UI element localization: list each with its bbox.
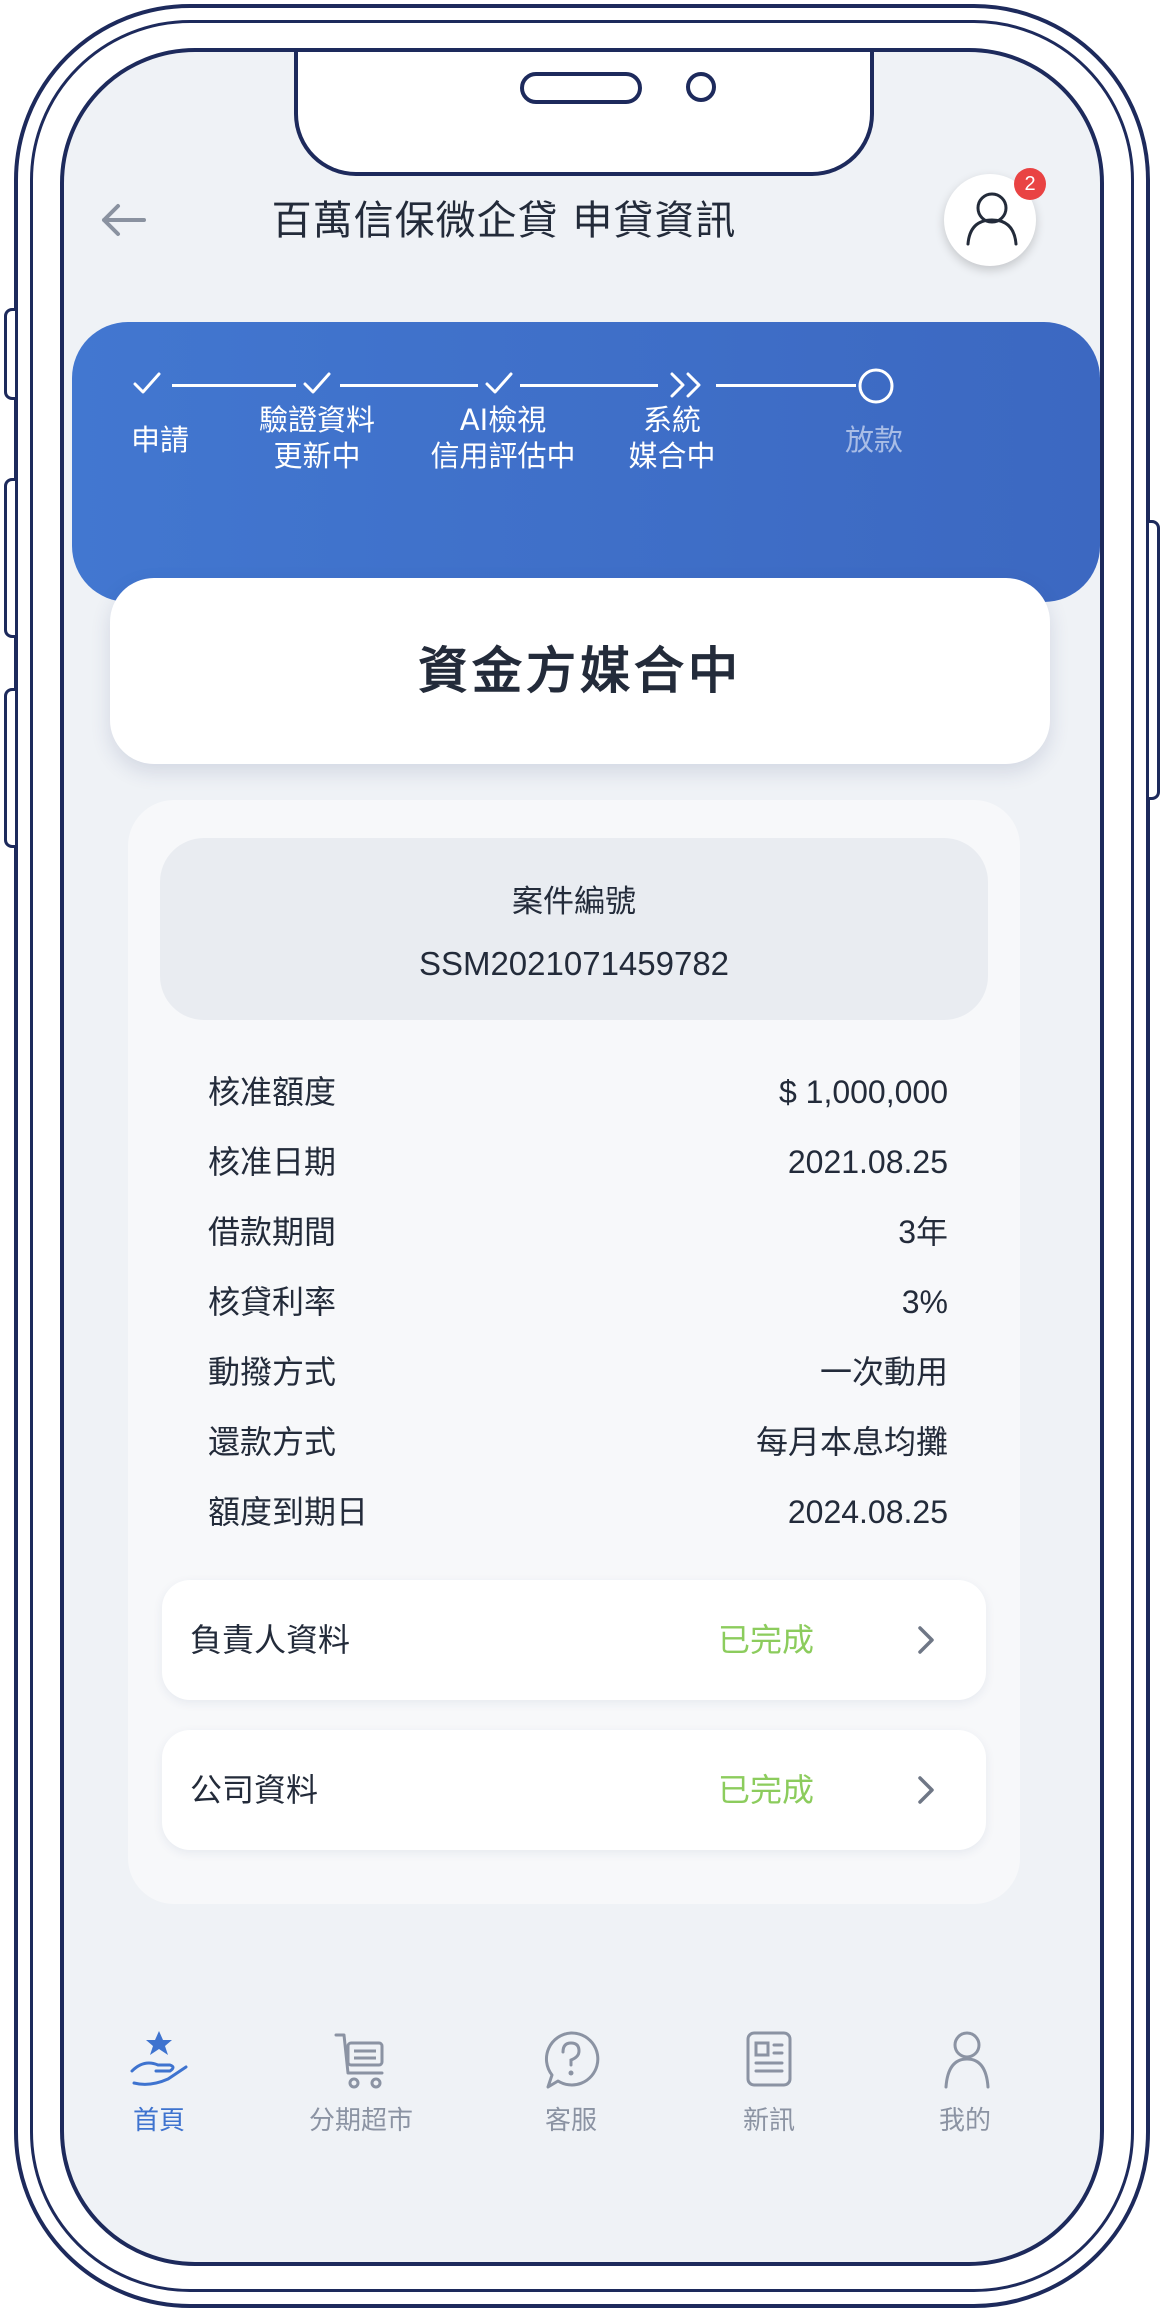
step-connector bbox=[520, 384, 658, 387]
circle-icon bbox=[858, 368, 894, 404]
tab-label: 分期超市 bbox=[308, 2106, 413, 2136]
link-status: 已完成 bbox=[718, 1621, 815, 1659]
link-status: 已完成 bbox=[718, 1771, 815, 1809]
step-label-verify: 驗證資料 更新中 bbox=[258, 403, 375, 473]
detail-value: 3% bbox=[901, 1284, 948, 1320]
case-number: SSM2021071459782 bbox=[418, 945, 730, 982]
tab-news[interactable]: 新訊 bbox=[684, 2027, 854, 2167]
loan-details-card: 案件編號 SSM2021071459782 核准額度 $ 1,000,000 核… bbox=[128, 800, 1020, 1904]
detail-value: $ 1,000,000 bbox=[778, 1074, 948, 1110]
step-label-apply: 申請 bbox=[130, 423, 189, 457]
tab-installment-market[interactable]: 分期超市 bbox=[276, 2027, 446, 2167]
case-number-box: 案件編號 SSM2021071459782 bbox=[160, 838, 988, 1020]
detail-value: 3年 bbox=[898, 1214, 948, 1250]
detail-row: 核准日期 2021.08.25 bbox=[208, 1138, 948, 1186]
step-connector bbox=[716, 384, 856, 387]
help-bubble-icon bbox=[544, 2031, 600, 2089]
detail-label: 還款方式 bbox=[208, 1423, 337, 1461]
step-connector bbox=[340, 384, 478, 387]
detail-label: 動撥方式 bbox=[208, 1353, 337, 1391]
chevron-right-icon bbox=[918, 1626, 934, 1654]
step-connector bbox=[172, 384, 296, 387]
detail-label: 核貸利率 bbox=[208, 1283, 337, 1321]
detail-row: 核准額度 $ 1,000,000 bbox=[208, 1068, 948, 1116]
double-chevron-right-icon bbox=[670, 372, 701, 398]
detail-label: 借款期間 bbox=[208, 1213, 337, 1251]
check-icon bbox=[485, 372, 513, 394]
responsible-person-link[interactable]: 負責人資料 已完成 bbox=[162, 1580, 986, 1700]
volume-down-button bbox=[4, 478, 18, 638]
detail-value: 一次動用 bbox=[819, 1354, 948, 1390]
detail-value: 每月本息均攤 bbox=[755, 1424, 948, 1460]
tab-customer-service[interactable]: 客服 bbox=[486, 2027, 656, 2167]
step-label-matching: 系統 媒合中 bbox=[628, 403, 716, 473]
back-arrow-icon[interactable] bbox=[94, 190, 154, 250]
page-title: 百萬信保微企貸 申貸資訊 bbox=[271, 198, 737, 244]
status-card: 資金方媒合中 bbox=[110, 578, 1050, 764]
detail-row: 借款期間 3年 bbox=[208, 1208, 948, 1256]
status-title: 資金方媒合中 bbox=[418, 642, 742, 700]
detail-value: 2024.08.25 bbox=[787, 1494, 948, 1530]
step-label-disburse: 放款 bbox=[844, 423, 903, 457]
detail-label: 核准日期 bbox=[208, 1143, 337, 1181]
tab-home[interactable]: 首頁 bbox=[74, 2027, 244, 2167]
home-hand-star-icon bbox=[130, 2031, 188, 2086]
case-number-label: 案件編號 bbox=[512, 884, 636, 920]
news-icon bbox=[746, 2031, 792, 2087]
check-icon bbox=[133, 372, 161, 394]
tab-label: 首頁 bbox=[132, 2106, 185, 2136]
check-icon bbox=[303, 372, 331, 394]
notification-badge: 2 bbox=[1014, 168, 1046, 200]
tab-label: 客服 bbox=[544, 2106, 597, 2136]
detail-label: 核准額度 bbox=[208, 1073, 337, 1111]
detail-row: 額度到期日 2024.08.25 bbox=[208, 1488, 948, 1536]
tab-profile[interactable]: 我的 bbox=[880, 2027, 1050, 2167]
detail-row: 動撥方式 一次動用 bbox=[208, 1348, 948, 1396]
step-label-ai-review: AI檢視 信用評估中 bbox=[430, 403, 576, 473]
notch bbox=[294, 52, 874, 176]
tab-label: 新訊 bbox=[742, 2106, 795, 2136]
shopping-cart-icon bbox=[334, 2033, 384, 2089]
chevron-right-icon bbox=[918, 1776, 934, 1804]
phone-screen: 百萬信保微企貸 申貸資訊 2 申請 驗證資料 更新中 AI檢視 信用評估中 系統… bbox=[60, 48, 1104, 2266]
link-label: 公司資料 bbox=[190, 1771, 319, 1809]
company-info-link[interactable]: 公司資料 已完成 bbox=[162, 1730, 986, 1850]
detail-row: 核貸利率 3% bbox=[208, 1278, 948, 1326]
link-label: 負責人資料 bbox=[190, 1621, 351, 1659]
silent-switch bbox=[4, 688, 18, 848]
speaker bbox=[520, 72, 642, 104]
camera bbox=[686, 72, 716, 102]
user-icon bbox=[944, 2031, 990, 2089]
volume-up-button bbox=[4, 308, 18, 400]
detail-value: 2021.08.25 bbox=[787, 1144, 948, 1180]
power-button bbox=[1146, 520, 1160, 800]
detail-label: 額度到期日 bbox=[208, 1493, 369, 1531]
tab-label: 我的 bbox=[938, 2106, 991, 2136]
detail-row: 還款方式 每月本息均攤 bbox=[208, 1418, 948, 1466]
progress-stepper: 申請 驗證資料 更新中 AI檢視 信用評估中 系統 媒合中 放款 bbox=[72, 322, 1100, 602]
